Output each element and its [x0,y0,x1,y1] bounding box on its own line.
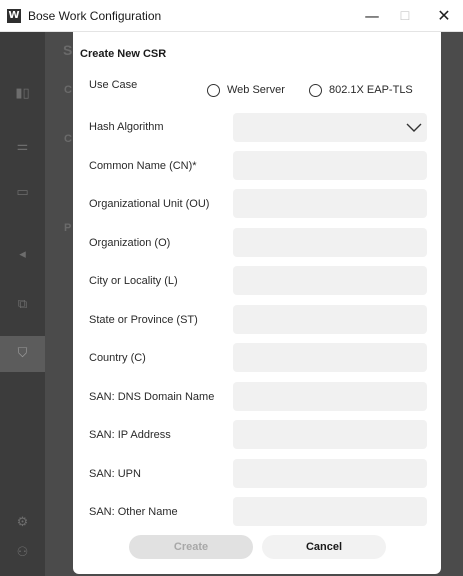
city-locality-input[interactable] [233,266,427,295]
radio-web-server-label: Web Server [227,84,285,96]
background-label-fragment: P [64,222,72,234]
use-case-label: Use Case [89,79,138,91]
background-label-fragment: C [64,133,72,145]
field-label: SAN: IP Address [89,429,171,441]
field-label: SAN: DNS Domain Name [89,391,215,403]
close-button[interactable]: ✕ [429,4,459,28]
user-icon[interactable]: ⚇ [0,538,45,568]
radio-circle-icon[interactable] [309,83,322,97]
video-camera-icon[interactable]: ▭ [0,178,45,208]
san-ip-input[interactable] [233,420,427,449]
bar-chart-icon[interactable]: ▮▯ [0,79,45,109]
radio-eap-tls[interactable]: 802.1X EAP-TLS [309,82,413,98]
app-logo-icon: W [7,9,21,23]
sidebar: ▮▯ ⚌ ▭ ◂ ⧉ ⛉ ⚙ ⚇ [0,32,45,576]
field-label: SAN: UPN [89,468,141,480]
create-csr-dialog: Create New CSR Use Case Web Server 802.1… [73,32,441,574]
radio-eap-tls-label: 802.1X EAP-TLS [329,84,413,96]
san-upn-input[interactable] [233,459,427,488]
field-label: Common Name (CN)* [89,160,197,172]
network-icon[interactable]: ⧉ [0,290,45,320]
field-label: Organizational Unit (OU) [89,198,210,210]
background-label-fragment: C [64,84,72,96]
dialog-title: Create New CSR [80,48,167,60]
state-province-input[interactable] [233,305,427,334]
sliders-icon[interactable]: ⚌ [0,132,45,162]
window-titlebar: W Bose Work Configuration — ☐ ✕ [0,0,463,32]
hash-algorithm-select[interactable] [233,113,427,142]
create-button[interactable]: Create [129,535,253,559]
field-label: Country (C) [89,352,146,364]
cancel-button[interactable]: Cancel [262,535,386,559]
shield-icon[interactable]: ⛉ [0,336,45,372]
field-label: City or Locality (L) [89,275,178,287]
window-title: Bose Work Configuration [28,9,162,23]
speaker-icon[interactable]: ◂ [0,240,45,270]
radio-circle-icon[interactable] [207,83,220,97]
hash-algorithm-label: Hash Algorithm [89,121,164,133]
gear-icon[interactable]: ⚙ [0,508,45,538]
organization-input[interactable] [233,228,427,257]
chevron-down-icon [406,123,422,132]
common-name-input[interactable] [233,151,427,180]
san-other-input[interactable] [233,497,427,526]
field-label: Organization (O) [89,237,171,249]
maximize-button[interactable]: ☐ [390,4,420,28]
country-input[interactable] [233,343,427,372]
organizational-unit-input[interactable] [233,189,427,218]
field-label: SAN: Other Name [89,506,178,518]
radio-web-server[interactable]: Web Server [207,82,285,98]
background-heading-fragment: S [63,42,73,58]
minimize-button[interactable]: — [357,4,387,28]
san-dns-input[interactable] [233,382,427,411]
field-label: State or Province (ST) [89,314,198,326]
